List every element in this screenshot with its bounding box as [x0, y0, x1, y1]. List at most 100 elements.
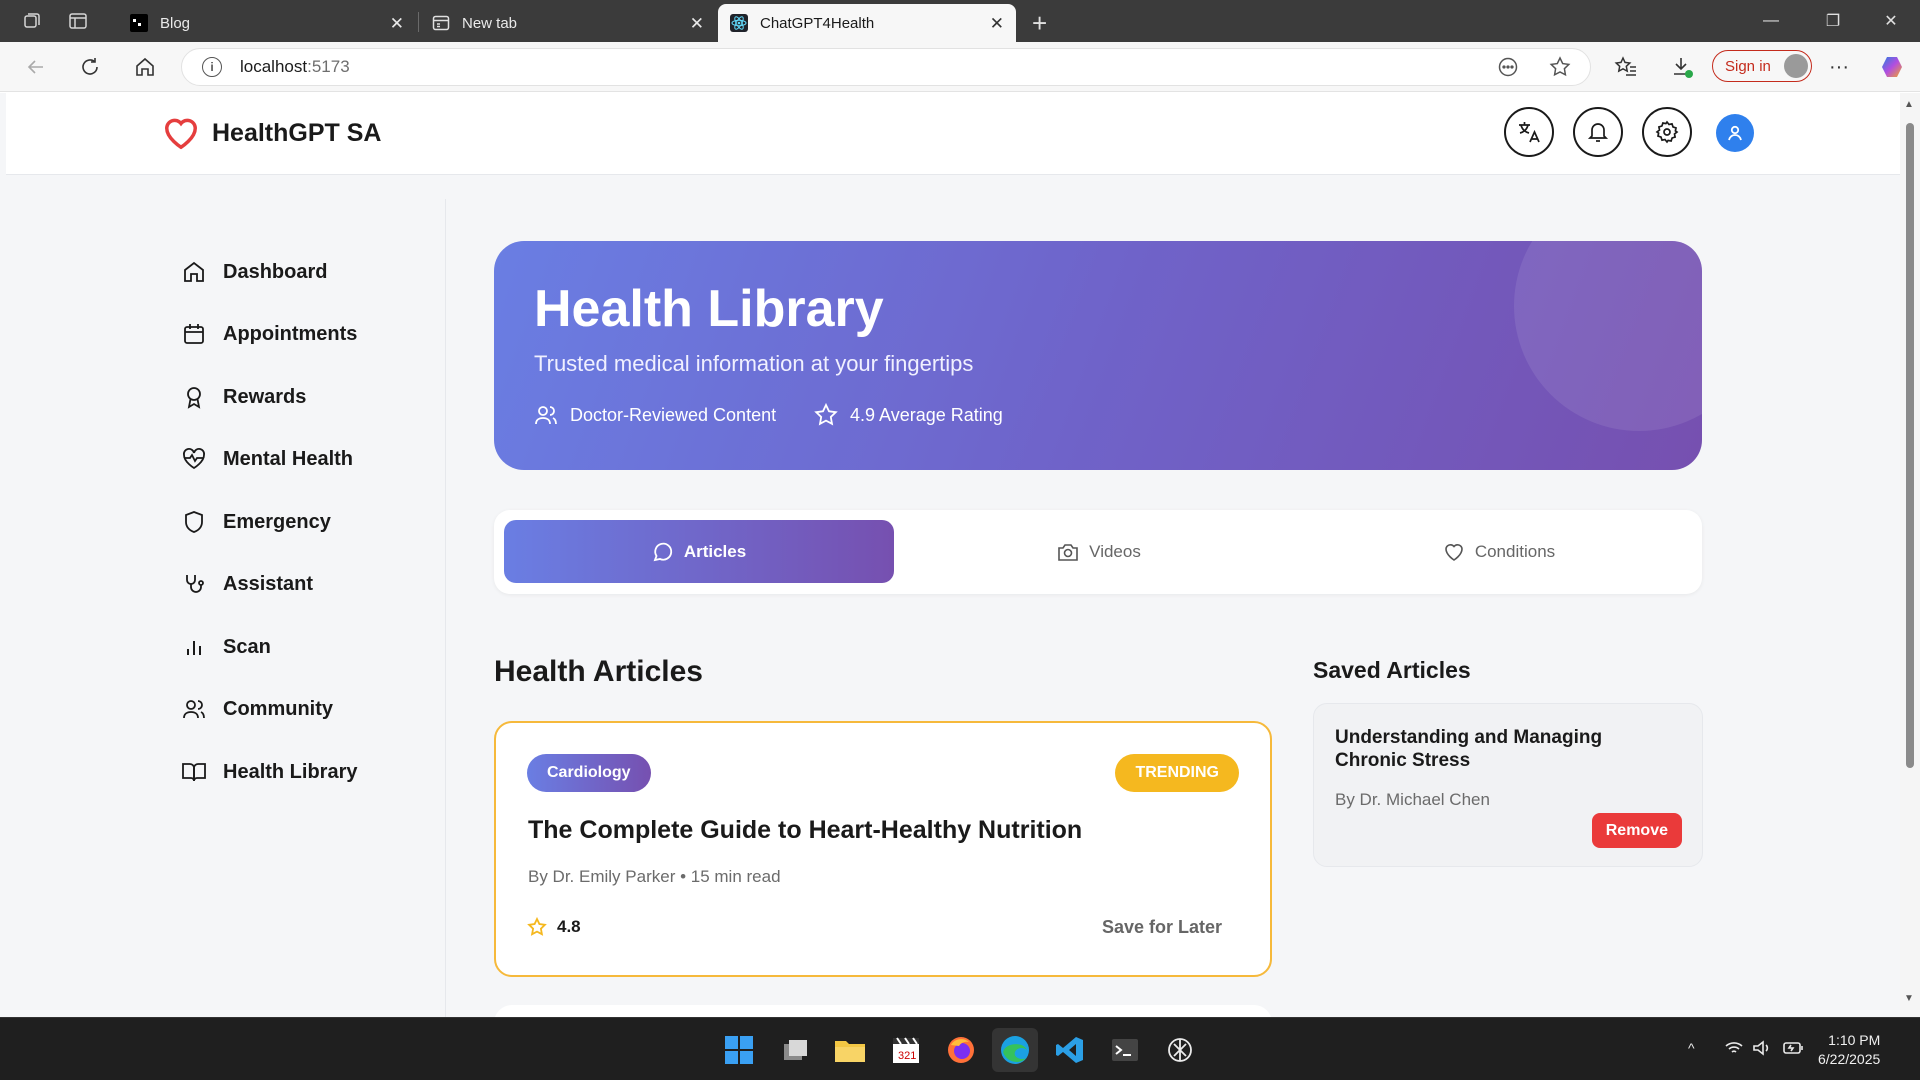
- tab-title: New tab: [462, 14, 518, 32]
- rating-value: 4.8: [557, 917, 581, 936]
- scroll-up-icon[interactable]: ▲: [1904, 99, 1914, 110]
- app-title: HealthGPT SA: [212, 118, 382, 147]
- saved-article-title[interactable]: Understanding and Managing Chronic Stres…: [1335, 726, 1655, 772]
- task-view-icon[interactable]: [778, 1033, 812, 1067]
- downloads-icon[interactable]: [1668, 53, 1696, 81]
- tab-blog[interactable]: Blog ✕: [118, 4, 416, 42]
- article-rating: 4.8: [527, 917, 581, 937]
- tab-chatgpt4health[interactable]: ChatGPT4Health ✕: [718, 4, 1016, 42]
- browser-titlebar: Blog ✕ New tab ✕ ChatGPT4Health ✕ + — ❐ …: [0, 0, 1920, 42]
- window-close-icon[interactable]: ✕: [1862, 0, 1920, 42]
- tray-overflow-icon[interactable]: ^: [1688, 1040, 1695, 1056]
- user-icon: [1728, 125, 1742, 141]
- volume-icon[interactable]: [1752, 1040, 1772, 1059]
- file-explorer-icon[interactable]: [833, 1033, 867, 1067]
- reading-options-icon[interactable]: [1494, 53, 1522, 81]
- tab-label: Videos: [1089, 541, 1141, 561]
- tab-close-icon[interactable]: ✕: [690, 14, 704, 34]
- openai-app-icon[interactable]: [1163, 1033, 1197, 1067]
- firefox-icon[interactable]: [944, 1033, 978, 1067]
- sidebar-item-label: Scan: [223, 635, 271, 658]
- system-clock[interactable]: 1:10 PM 6/22/2025: [1818, 1031, 1880, 1069]
- sidebar-item-scan[interactable]: Scan: [181, 634, 271, 660]
- home-nav-icon[interactable]: [131, 53, 159, 81]
- sidebar-item-rewards[interactable]: Rewards: [181, 384, 306, 410]
- saved-article-card[interactable]: Understanding and Managing Chronic Stres…: [1313, 703, 1703, 867]
- tab-videos[interactable]: Videos: [904, 520, 1294, 583]
- article-card[interactable]: Cardiology TRENDING The Complete Guide t…: [494, 721, 1272, 977]
- shield-icon: [181, 509, 207, 535]
- tab-new-tab[interactable]: New tab ✕: [420, 4, 716, 42]
- more-menu-icon[interactable]: ···: [1825, 53, 1853, 81]
- scrollbar-thumb[interactable]: [1906, 123, 1914, 768]
- sidebar-item-health-library[interactable]: Health Library: [181, 759, 357, 785]
- decorative-circle: [1514, 241, 1702, 431]
- battery-icon[interactable]: [1782, 1040, 1804, 1059]
- article-card-next[interactable]: [494, 1005, 1272, 1017]
- star-icon: [527, 917, 547, 937]
- content-tabs: Articles Videos Conditions: [494, 510, 1702, 594]
- url-host: localhost: [240, 57, 308, 76]
- sidebar-item-mental-health[interactable]: Mental Health: [181, 446, 353, 472]
- address-field[interactable]: i localhost:5173: [181, 48, 1591, 86]
- vscode-icon[interactable]: [1053, 1033, 1087, 1067]
- page-scrollbar[interactable]: ▲ ▼: [1900, 93, 1920, 1017]
- sidebar-item-appointments[interactable]: Appointments: [181, 321, 357, 347]
- articles-section-title: Health Articles: [494, 655, 703, 688]
- wifi-icon[interactable]: [1724, 1040, 1744, 1059]
- tab-close-icon[interactable]: ✕: [990, 14, 1004, 34]
- terminal-icon[interactable]: [1108, 1033, 1142, 1067]
- tab-label: Articles: [683, 541, 747, 561]
- edge-browser-icon[interactable]: [992, 1028, 1038, 1072]
- refresh-icon[interactable]: [76, 53, 104, 81]
- new-tab-plus-icon[interactable]: +: [1032, 8, 1047, 39]
- scroll-down-icon[interactable]: ▼: [1904, 993, 1914, 1004]
- notifications-button[interactable]: [1573, 107, 1623, 157]
- settings-button[interactable]: [1642, 107, 1692, 157]
- workspaces-icon[interactable]: [18, 7, 46, 35]
- article-title[interactable]: The Complete Guide to Heart-Healthy Nutr…: [528, 816, 1082, 845]
- clock-time: 1:10 PM: [1828, 1032, 1881, 1048]
- restore-icon[interactable]: ❐: [1804, 0, 1862, 42]
- sidebar-item-community[interactable]: Community: [181, 696, 333, 722]
- react-favicon-icon: [730, 14, 748, 32]
- copilot-icon[interactable]: [1878, 53, 1906, 81]
- windows-taskbar: 321 ^ 1:10 PM 6/22/2025: [0, 1017, 1920, 1080]
- category-badge: Cardiology: [527, 754, 651, 792]
- back-icon[interactable]: [22, 53, 50, 81]
- tab-conditions[interactable]: Conditions: [1304, 520, 1694, 583]
- sidebar-item-emergency[interactable]: Emergency: [181, 509, 331, 535]
- star-icon: [814, 402, 840, 428]
- users-icon: [181, 696, 207, 722]
- translate-icon: [1519, 122, 1540, 143]
- clapper-app-icon[interactable]: 321: [889, 1033, 923, 1067]
- hero-title: Health Library: [534, 280, 884, 338]
- language-button[interactable]: [1504, 107, 1554, 157]
- sidebar-item-assistant[interactable]: Assistant: [181, 571, 313, 597]
- bar-chart-icon: [181, 634, 207, 660]
- trending-badge: TRENDING: [1115, 754, 1239, 792]
- tab-title: Blog: [160, 14, 191, 32]
- remove-button[interactable]: Remove: [1591, 813, 1682, 848]
- favorites-list-icon[interactable]: [1612, 53, 1640, 81]
- svg-text:321: 321: [898, 1050, 916, 1062]
- sidebar-item-label: Health Library: [223, 760, 358, 783]
- tab-actions-icon[interactable]: [64, 7, 92, 35]
- site-info-icon[interactable]: i: [202, 57, 222, 77]
- browser-toolbar: i localhost:5173 Sign in ···: [0, 42, 1920, 92]
- sidebar-item-label: Dashboard: [223, 260, 328, 283]
- app-logo[interactable]: HealthGPT SA: [162, 115, 381, 151]
- users-icon: [534, 402, 560, 428]
- minimize-icon[interactable]: —: [1742, 0, 1800, 42]
- save-for-later-button[interactable]: Save for Later: [1102, 917, 1222, 938]
- hero-meta-rating: 4.9 Average Rating: [814, 402, 1003, 428]
- tab-articles[interactable]: Articles: [504, 520, 894, 583]
- blog-favicon-icon: [130, 14, 148, 32]
- favorite-star-icon[interactable]: [1546, 53, 1574, 81]
- windows-start-icon[interactable]: [722, 1033, 756, 1067]
- tab-close-icon[interactable]: ✕: [390, 14, 404, 34]
- saved-section-title: Saved Articles: [1313, 657, 1471, 683]
- sign-in-button[interactable]: Sign in: [1712, 50, 1812, 82]
- sidebar-item-dashboard[interactable]: Dashboard: [181, 259, 327, 285]
- user-avatar-button[interactable]: [1716, 114, 1754, 152]
